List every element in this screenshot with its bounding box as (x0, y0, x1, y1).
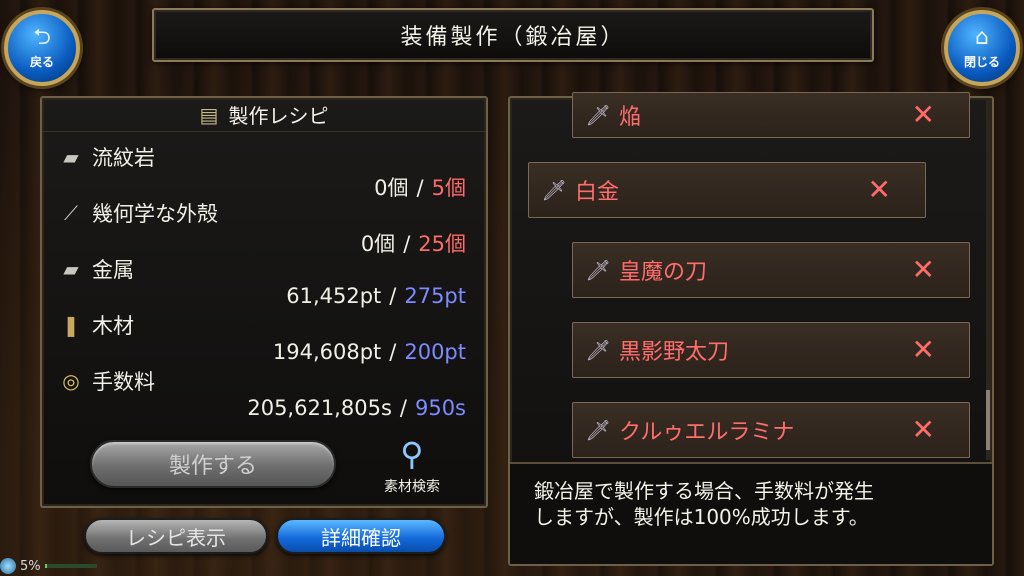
sword-icon: 🗡 (585, 418, 611, 442)
sword-icon: 🗡 (585, 103, 611, 127)
recipe-list-item[interactable]: 🗡 皇魔の刀 ✕ (572, 242, 970, 298)
info-text-line: しますが、製作は100%成功します。 (534, 505, 869, 529)
material-required: 275pt (404, 284, 466, 308)
recipe-name: 黒影野太刀 (619, 340, 730, 365)
material-required: 200pt (404, 340, 466, 364)
status-percent: 5% (20, 558, 41, 574)
title-bar: 装備製作（鍛冶屋） (152, 8, 874, 62)
sword-icon: 🗡 (585, 258, 611, 282)
ingot-icon: ▰ (63, 145, 79, 169)
material-required: 25個 (418, 232, 466, 256)
metal-icon: ▰ (63, 257, 79, 281)
recipe-display-button[interactable]: レシピ表示 (84, 518, 268, 554)
recipe-list-item[interactable]: 🗡 黒影野太刀 ✕ (572, 322, 970, 378)
close-button[interactable]: ⌂ 閉じる (944, 10, 1020, 86)
material-row: ◎ 手数料 205,621,805s/950s (56, 366, 466, 422)
status-bar: 5% (0, 556, 110, 576)
wood-icon: ❚ (62, 313, 80, 337)
material-name: 幾何学な外殻 (92, 202, 218, 226)
back-arrow-icon: ⮌ (33, 24, 51, 50)
unavailable-x-icon: ✕ (911, 253, 935, 286)
unavailable-x-icon: ✕ (911, 98, 935, 131)
recipe-list-item[interactable]: 🗡 焔 ✕ (572, 92, 970, 138)
craft-button[interactable]: 製作する (90, 440, 336, 488)
recipe-list-scrollbar[interactable] (986, 100, 990, 460)
material-row: ⟋ 幾何学な外殻 0個/25個 (56, 198, 466, 256)
unavailable-x-icon: ✕ (911, 413, 935, 446)
recipe-panel-header: ▤ 製作レシピ (42, 98, 486, 132)
info-text-line: 鍛冶屋で製作する場合、手数料が発生 (534, 479, 874, 503)
recipe-book-icon: ▤ (199, 102, 219, 127)
sword-icon: 🗡 (541, 178, 567, 202)
material-owned: 61,452pt (286, 284, 382, 308)
page-title: 装備製作（鍛冶屋） (400, 25, 626, 50)
material-name: 流紋岩 (92, 146, 155, 170)
back-button-label: 戻る (29, 54, 54, 69)
info-message-box: 鍛冶屋で製作する場合、手数料が発生 しますが、製作は100%成功します。 (510, 462, 992, 564)
material-name: 金属 (92, 258, 134, 282)
recipe-name: 焔 (619, 105, 642, 130)
scroll-thumb[interactable] (986, 390, 990, 450)
material-row: ▰ 金属 61,452pt/275pt (56, 254, 466, 310)
coin-icon: ◎ (62, 369, 80, 393)
material-search-button[interactable]: ⚲ 素材検索 (372, 438, 452, 502)
recipe-name: 白金 (575, 180, 620, 205)
recipe-panel: ▤ 製作レシピ ▰ 流紋岩 0個/5個 ⟋ 幾何学な外殻 0個/25個 ▰ 金属 61… (40, 96, 488, 508)
material-owned: 0個 (374, 176, 409, 200)
status-orb-icon (0, 558, 16, 574)
recipe-list-item[interactable]: 🗡 クルゥエルラミナ ✕ (572, 402, 970, 458)
material-row: ▰ 流紋岩 0個/5個 (56, 142, 466, 200)
recipe-panel-title: 製作レシピ (228, 104, 329, 128)
status-progress-fill (44, 564, 48, 568)
recipe-name: クルゥエルラミナ (619, 420, 795, 445)
material-owned: 194,608pt (272, 340, 382, 364)
material-name: 木材 (92, 314, 134, 338)
material-required: 950s (414, 396, 466, 420)
sword-icon: 🗡 (585, 338, 611, 362)
material-owned: 205,621,805s (247, 396, 392, 420)
material-name: 手数料 (92, 370, 155, 394)
status-progress-bar (44, 564, 97, 568)
home-icon: ⌂ (975, 24, 989, 50)
close-button-label: 閉じる (963, 54, 1000, 69)
magnifier-icon: ⚲ (400, 435, 424, 473)
material-owned: 0個 (360, 232, 396, 256)
back-button[interactable]: ⮌ 戻る (4, 10, 80, 86)
recipe-list-item[interactable]: 🗡 白金 ✕ (528, 162, 926, 218)
unavailable-x-icon: ✕ (867, 173, 891, 206)
material-required: 5個 (431, 176, 466, 200)
shell-icon: ⟋ (64, 201, 78, 225)
material-search-label: 素材検索 (384, 479, 440, 495)
detail-confirm-button[interactable]: 詳細確認 (276, 518, 446, 554)
recipe-name: 皇魔の刀 (619, 260, 708, 285)
material-row: ❚ 木材 194,608pt/200pt (56, 310, 466, 366)
unavailable-x-icon: ✕ (911, 333, 935, 366)
